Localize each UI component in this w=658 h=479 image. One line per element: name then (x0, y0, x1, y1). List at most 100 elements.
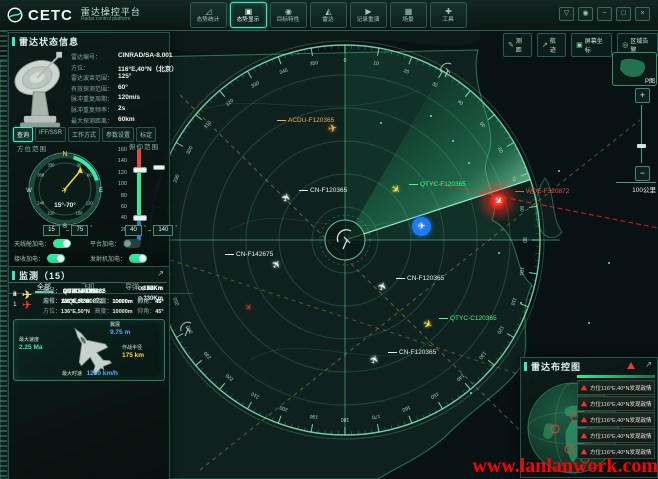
aircraft-icon[interactable]: ✈ (375, 278, 391, 294)
nav-tab-label: 场景 (403, 16, 414, 24)
nav-tab-label: 记录重演 (357, 16, 380, 24)
aircraft-icon[interactable]: ✈ (388, 181, 404, 197)
power-toggle[interactable] (47, 254, 65, 263)
radar-status-field: 雷达编号CINRAD/SA-8.001 (71, 52, 167, 61)
nav-tab[interactable]: ▦ 场景 (390, 2, 427, 28)
alert-text: 方位116°E,40°N发现敌情 (590, 384, 651, 392)
elevation-marker[interactable] (153, 165, 165, 170)
zoom-in-button[interactable]: + (635, 88, 650, 103)
aircraft-label[interactable]: CN-F120365 (388, 349, 436, 356)
layout-expand-icon[interactable]: ↗ (645, 360, 652, 369)
target-index: 5 (13, 291, 17, 298)
brand-name: CETC (28, 7, 73, 24)
svg-text:300: 300 (37, 173, 45, 178)
azimuth-min-input[interactable]: 15 (43, 225, 60, 236)
svg-text:210: 210 (48, 211, 56, 216)
left-ruler-strip (0, 30, 8, 479)
aircraft-icon[interactable]: ✈ (240, 299, 256, 315)
minimap[interactable]: P图 (612, 52, 657, 86)
power-toggle[interactable] (123, 239, 141, 248)
radar-status-field: 有效探测范围60° (71, 84, 167, 93)
header-accent-bar (12, 271, 15, 280)
elevation-handle-min[interactable] (133, 215, 147, 221)
nav-tab[interactable]: ▶ 记录重演 (350, 2, 387, 28)
radar-platform-app: 0102030405060708090100110120130140150160… (0, 0, 658, 479)
elevation-min-input[interactable]: 40 (125, 225, 142, 236)
aircraft-label[interactable]: QTYC-C120365 (439, 315, 497, 322)
aircraft-label[interactable]: QTYC-F120365 (409, 181, 466, 188)
zoom-out-button[interactable]: − (635, 166, 650, 181)
map-tool-button[interactable]: ↗ 航迹 (537, 33, 566, 57)
nav-tab-label: 态势统计 (197, 16, 220, 24)
target-row[interactable]: 5 ✈ 编号 QTYC-F125422 ⊙78Km 方位136°E,50°N 高… (9, 282, 167, 308)
aircraft-icon[interactable]: ✈ (269, 256, 285, 272)
window-control-button[interactable]: − (597, 7, 612, 21)
svg-text:90: 90 (521, 237, 527, 243)
aircraft-spec-card[interactable]: 翼展 9.75 m 最大速度 2.25 Ma 最大时速 1250 km/h 作战… (13, 319, 165, 381)
alert-row[interactable]: 方位116°E,40°N发现敌情 (577, 428, 655, 443)
aircraft-icon[interactable]: ✈ (487, 190, 509, 212)
nav-tab[interactable]: ◉ 目标特性 (270, 2, 307, 28)
nav-tab-icon: ▶ (365, 7, 371, 16)
aircraft-label[interactable]: WQE-F320872 (515, 188, 569, 195)
svg-text:120: 120 (86, 201, 94, 206)
radar-control-tab[interactable]: 查询 (13, 127, 33, 142)
nav-tab-label: 工具 (443, 16, 454, 24)
radar-control-tab[interactable]: 标定 (136, 127, 156, 142)
map-scale-label: 100公里 (616, 182, 656, 194)
aircraft-icon[interactable]: ✈ (367, 351, 383, 367)
header-accent-bar (12, 37, 15, 46)
zoom-handle[interactable] (637, 144, 646, 148)
alert-row[interactable]: 方位116°E,40°N发现敌情 (577, 412, 655, 427)
nav-tab-icon: ◭ (325, 7, 331, 16)
alert-row[interactable]: 方位116°E,40°N发现敌情 (577, 380, 655, 395)
aircraft-label[interactable]: CN-F142675 (225, 251, 273, 258)
monitor-expand-icon[interactable]: ↗ (157, 269, 164, 278)
radar-control-tab[interactable]: IFF/SSR (35, 127, 66, 142)
nav-tab-icon: ▦ (405, 7, 413, 16)
combat-radius-label: 作战半径 (122, 346, 144, 352)
power-toggle[interactable] (129, 254, 147, 263)
aircraft-label[interactable]: CN-F120365 (299, 187, 347, 194)
aircraft-icon[interactable]: ✈ (420, 316, 436, 332)
zoom-track[interactable] (641, 105, 642, 163)
radar-control-tab[interactable]: 工作方式 (68, 127, 100, 142)
aircraft-icon[interactable]: ✈ (412, 217, 431, 236)
top-bar: CETC 雷达操控平台 Radar control platform ◿ 态势统… (0, 0, 658, 31)
max-speed-label: 最大速度 (19, 338, 43, 344)
main-nav: ◿ 态势统计 ▣ 态势显示 ◉ 目标特性 ◭ 雷达 (190, 2, 467, 28)
azimuth-max-input[interactable]: 75 (71, 225, 88, 236)
elevation-max-input[interactable]: 140 (153, 225, 173, 236)
nav-tab[interactable]: ◭ 雷达 (310, 2, 347, 28)
radar-control-tabs: 查询 IFF/SSR 工作方式 参数设置 标定 (13, 127, 156, 142)
alert-warning-icon (581, 417, 587, 423)
radar-control-tab[interactable]: 参数设置 (102, 127, 134, 142)
elevation-handle-max[interactable] (133, 167, 147, 173)
nav-tab[interactable]: ✚ 工具 (430, 2, 467, 28)
map-tool-button[interactable]: ✎ 测距 (503, 33, 532, 57)
map-tool-button[interactable]: ▣ 屏幕坐标 (571, 33, 612, 57)
alert-row[interactable]: 方位116°E,40°N发现敌情 (577, 396, 655, 411)
alert-text: 方位116°E,40°N发现敌情 (590, 432, 651, 440)
azimuth-compass[interactable]: N E S W 3060120150210240300330 ✈ 15°-70° (23, 147, 107, 231)
alert-list: 方位116°E,40°N发现敌情 方位116°E,40°N发现敌情 方位116°… (577, 375, 655, 460)
window-control-button[interactable]: × (635, 7, 650, 21)
map-tool-icon: ◎ (622, 41, 628, 49)
target-id: QTYC-F125422 (63, 289, 105, 295)
aircraft-label[interactable]: ACDU-F120365 (277, 117, 334, 124)
window-control-button[interactable]: □ (616, 7, 631, 21)
alert-list-header (577, 375, 655, 378)
nav-tab-label: 雷达 (323, 16, 334, 24)
power-toggle[interactable] (53, 239, 71, 248)
nav-tab[interactable]: ◿ 态势统计 (190, 2, 227, 28)
minimap-label: P图 (645, 76, 655, 85)
radar-status-field: 脉冲重复频率2s (71, 105, 167, 114)
azimuth-range-text: 15°-70° (54, 201, 76, 209)
alert-warning-icon (581, 449, 587, 455)
window-control-button[interactable]: ◉ (578, 7, 593, 21)
aircraft-label[interactable]: CN-F120365 (396, 275, 444, 282)
window-control-button[interactable]: ▽ (559, 7, 574, 21)
nav-tab[interactable]: ▣ 态势显示 (230, 2, 267, 28)
nav-tab-icon: ▣ (245, 7, 253, 16)
aircraft-icon[interactable]: ✈ (279, 189, 295, 205)
